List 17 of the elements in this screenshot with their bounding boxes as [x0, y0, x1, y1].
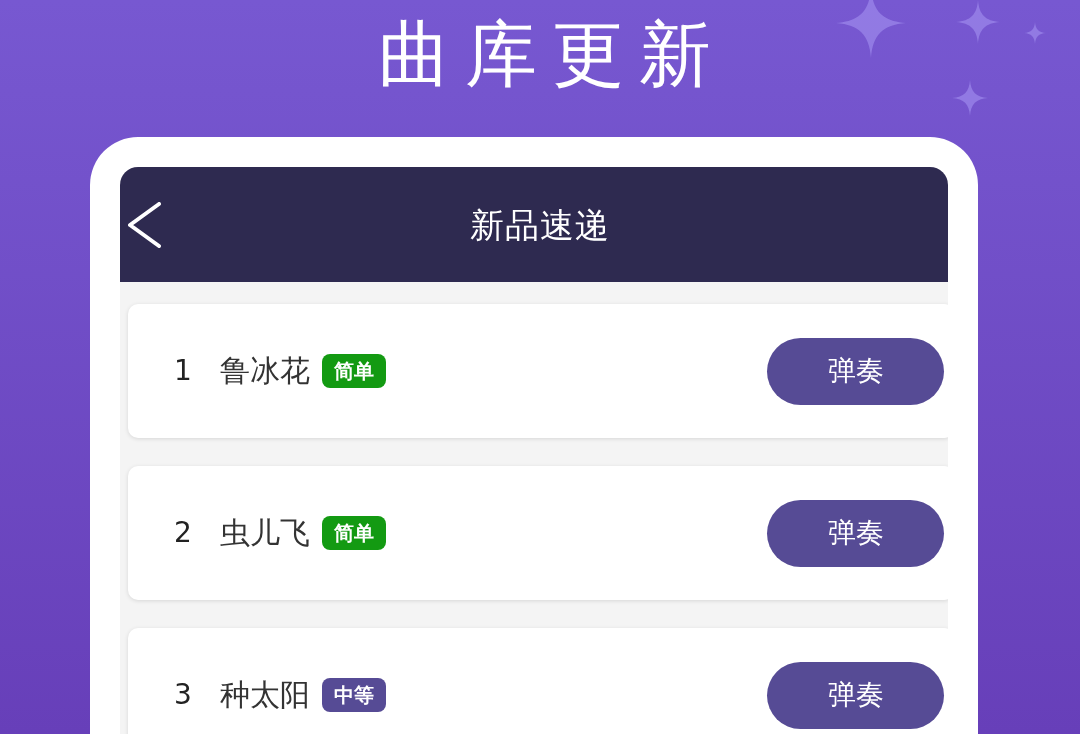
play-button[interactable]: 弹奏 [767, 337, 944, 405]
back-icon[interactable] [127, 201, 162, 248]
song-title: 鲁冰花 [220, 352, 310, 390]
sparkle-icon [952, 80, 988, 116]
song-number: 2 [174, 516, 192, 549]
difficulty-badge: 简单 [322, 354, 386, 388]
play-button[interactable]: 弹奏 [767, 661, 944, 729]
difficulty-badge: 中等 [322, 678, 386, 712]
difficulty-badge: 简单 [322, 516, 386, 550]
song-title: 种太阳 [220, 676, 310, 714]
song-title: 虫儿飞 [220, 514, 310, 552]
song-number: 1 [174, 354, 192, 387]
banner-title: 曲库更新 [378, 12, 726, 96]
song-number: 3 [174, 678, 192, 711]
sparkle-icon [1024, 22, 1046, 44]
play-button[interactable]: 弹奏 [767, 499, 944, 567]
header-title: 新品速递 [470, 203, 610, 246]
